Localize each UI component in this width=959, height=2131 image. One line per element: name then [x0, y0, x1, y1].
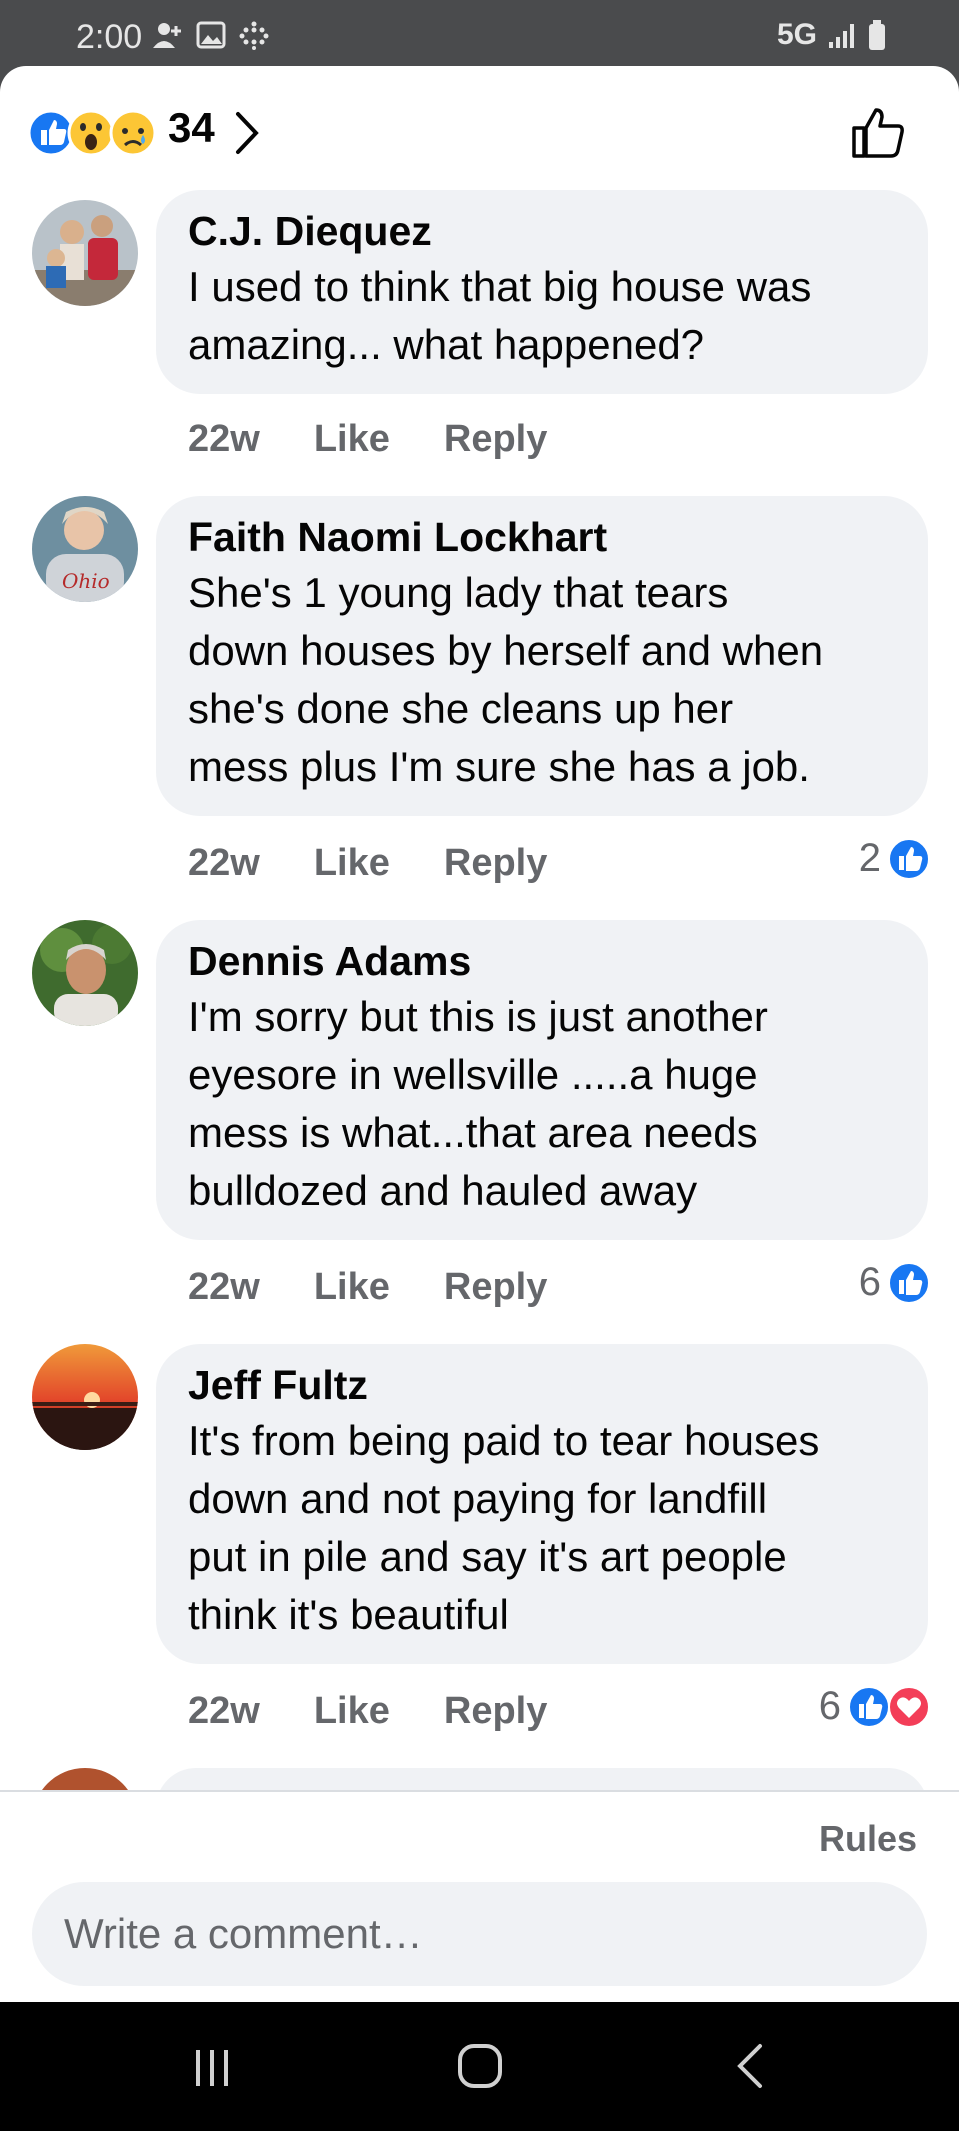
rules-link[interactable]: Rules: [819, 1818, 917, 1860]
status-bar: 2:00 5G: [0, 0, 959, 66]
reaction-summary-bar[interactable]: 34: [0, 66, 959, 196]
reaction-number: 6: [858, 1260, 881, 1304]
love-reaction-icon: [888, 1685, 930, 1728]
comment-time[interactable]: 22w: [188, 842, 260, 885]
comment-text: I'm sorry but this is just another eyeso…: [188, 988, 896, 1220]
comment-time[interactable]: 22w: [188, 418, 260, 461]
comment-time[interactable]: 22w: [188, 1266, 260, 1309]
reply-button[interactable]: Reply: [444, 1266, 547, 1309]
like-reaction-icon: [888, 1261, 930, 1304]
like-button[interactable]: Like: [314, 842, 390, 885]
status-right: 5G: [777, 18, 887, 52]
reaction-icons: [848, 1685, 930, 1728]
comment-input-placeholder: Write a comment…: [64, 1910, 423, 1957]
comment-line: think it's beautiful: [188, 1591, 509, 1638]
comment-actions: 22w Like Reply: [188, 842, 547, 885]
like-reaction-icon: [848, 1685, 890, 1728]
comment-line: mess is what...that area needs: [188, 1109, 758, 1156]
comment-line: eyesore in wellsville .....a huge: [188, 1051, 758, 1098]
comment-actions: 22w Like Reply: [188, 1690, 547, 1733]
avatar[interactable]: [32, 1768, 138, 1790]
comment-line: I used to think that big house was: [188, 263, 812, 310]
comment-reaction-count[interactable]: 6: [819, 1684, 931, 1729]
comment-line: she's done she cleans up her: [188, 685, 734, 732]
comment-reaction-count[interactable]: 6: [859, 1260, 931, 1305]
comment-bubble[interactable]: Faith Naomi Lockhart She's 1 young lady …: [156, 496, 928, 816]
gallery-icon: [196, 21, 226, 49]
comment-text: She's 1 young lady that tears down house…: [188, 564, 896, 796]
chevron-right-icon: [236, 112, 259, 154]
avatar[interactable]: [32, 200, 138, 306]
svg-text:Ohio: Ohio: [62, 569, 110, 593]
like-reaction-icon: [28, 109, 75, 157]
person-add-icon: [153, 23, 181, 48]
comment-bubble[interactable]: [156, 1768, 928, 1790]
system-nav-bar: [0, 2002, 959, 2131]
comment-actions: 22w Like Reply: [188, 1266, 547, 1309]
like-button[interactable]: Like: [314, 418, 390, 461]
comment-line: down houses by herself and when: [188, 627, 824, 674]
comment-bubble[interactable]: C.J. Diequez I used to think that big ho…: [156, 190, 928, 394]
reaction-number: 2: [858, 836, 881, 880]
reply-button[interactable]: Reply: [444, 418, 547, 461]
sad-reaction-icon: [109, 109, 157, 157]
comment-text: It's from being paid to tear houses down…: [188, 1412, 896, 1644]
reaction-count: 34: [168, 104, 215, 151]
comment-author[interactable]: Jeff Fultz: [188, 1358, 896, 1412]
reply-button[interactable]: Reply: [444, 1690, 547, 1733]
status-time: 2:00: [76, 18, 143, 56]
comment-time[interactable]: 22w: [188, 1690, 260, 1733]
comment-reaction-count[interactable]: 2: [859, 836, 931, 881]
signal-icon: [829, 24, 854, 48]
comments-list: C.J. Diequez I used to think that big ho…: [0, 190, 959, 1790]
recent-apps-icon[interactable]: [190, 2046, 234, 2090]
comments-sheet: 34 C.J. Diequez I used to think that big…: [0, 66, 959, 2002]
reaction-number: 6: [818, 1684, 841, 1728]
comment-line: put in pile and say it's art people: [188, 1533, 787, 1580]
comment-input[interactable]: Write a comment…: [32, 1882, 927, 1986]
wow-reaction-icon: [67, 109, 115, 157]
comment-actions: 22w Like Reply: [188, 418, 547, 461]
back-icon[interactable]: [730, 2042, 770, 2090]
divider: [0, 1790, 959, 1792]
comment-line: amazing... what happened?: [188, 321, 705, 368]
comment-line: I'm sorry but this is just another: [188, 993, 768, 1040]
comment-line: mess plus I'm sure she has a job.: [188, 743, 810, 790]
comment-author[interactable]: Dennis Adams: [188, 934, 896, 988]
comment-line: It's from being paid to tear houses: [188, 1417, 820, 1464]
reaction-icons: [28, 109, 157, 157]
comment-line: She's 1 young lady that tears: [188, 569, 729, 616]
like-button[interactable]: Like: [314, 1690, 390, 1733]
network-label: 5G: [776, 18, 817, 51]
battery-icon: [869, 20, 885, 50]
avatar[interactable]: [32, 920, 138, 1026]
comment-bubble[interactable]: Jeff Fultz It's from being paid to tear …: [156, 1344, 928, 1664]
like-button[interactable]: Like: [314, 1266, 390, 1309]
comment-bubble[interactable]: Dennis Adams I'm sorry but this is just …: [156, 920, 928, 1240]
comment-line: bulldozed and hauled away: [188, 1167, 698, 1214]
dots-grid-icon: [239, 21, 269, 50]
status-notification-icons: [150, 20, 270, 50]
like-reaction-icon: [888, 837, 930, 880]
comment-text: I used to think that big house was amazi…: [188, 258, 896, 374]
avatar[interactable]: Ohio: [32, 496, 138, 602]
reply-button[interactable]: Reply: [444, 842, 547, 885]
home-icon[interactable]: [456, 2042, 504, 2090]
comment-author[interactable]: Faith Naomi Lockhart: [188, 510, 896, 564]
thumbs-up-icon[interactable]: [848, 102, 908, 162]
comment-line: down and not paying for landfill: [188, 1475, 768, 1522]
comment-author[interactable]: C.J. Diequez: [188, 204, 896, 258]
avatar[interactable]: [32, 1344, 138, 1450]
